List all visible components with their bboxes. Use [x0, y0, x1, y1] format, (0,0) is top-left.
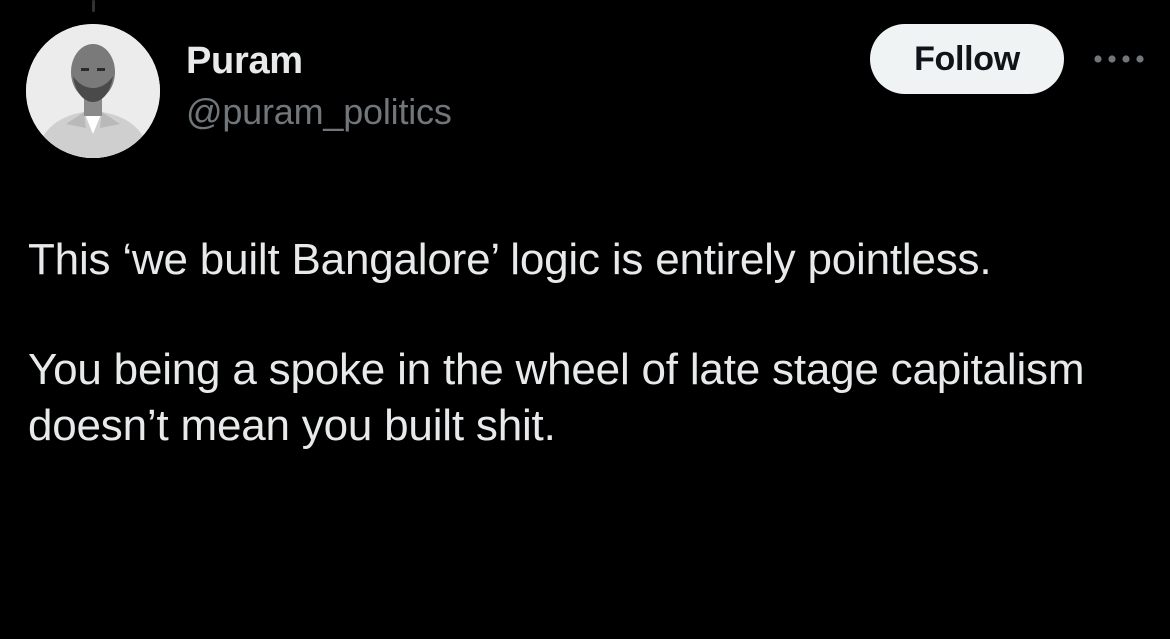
author-display-name[interactable]: Puram	[186, 38, 452, 84]
thread-connector-line	[92, 0, 95, 12]
author-block: Puram @puram_politics	[186, 38, 452, 134]
tweet-paragraph: This ‘we built Bangalore’ logic is entir…	[28, 235, 992, 284]
more-horizontal-icon	[1094, 55, 1144, 63]
tweet-paragraph: You being a spoke in the wheel of late s…	[28, 345, 1085, 450]
author-handle[interactable]: @puram_politics	[186, 90, 452, 134]
avatar-image	[26, 24, 160, 158]
avatar[interactable]	[26, 24, 160, 158]
follow-button[interactable]: Follow	[870, 24, 1064, 94]
tweet-text: This ‘we built Bangalore’ logic is entir…	[28, 232, 1138, 454]
more-options-button[interactable]	[1088, 44, 1148, 74]
